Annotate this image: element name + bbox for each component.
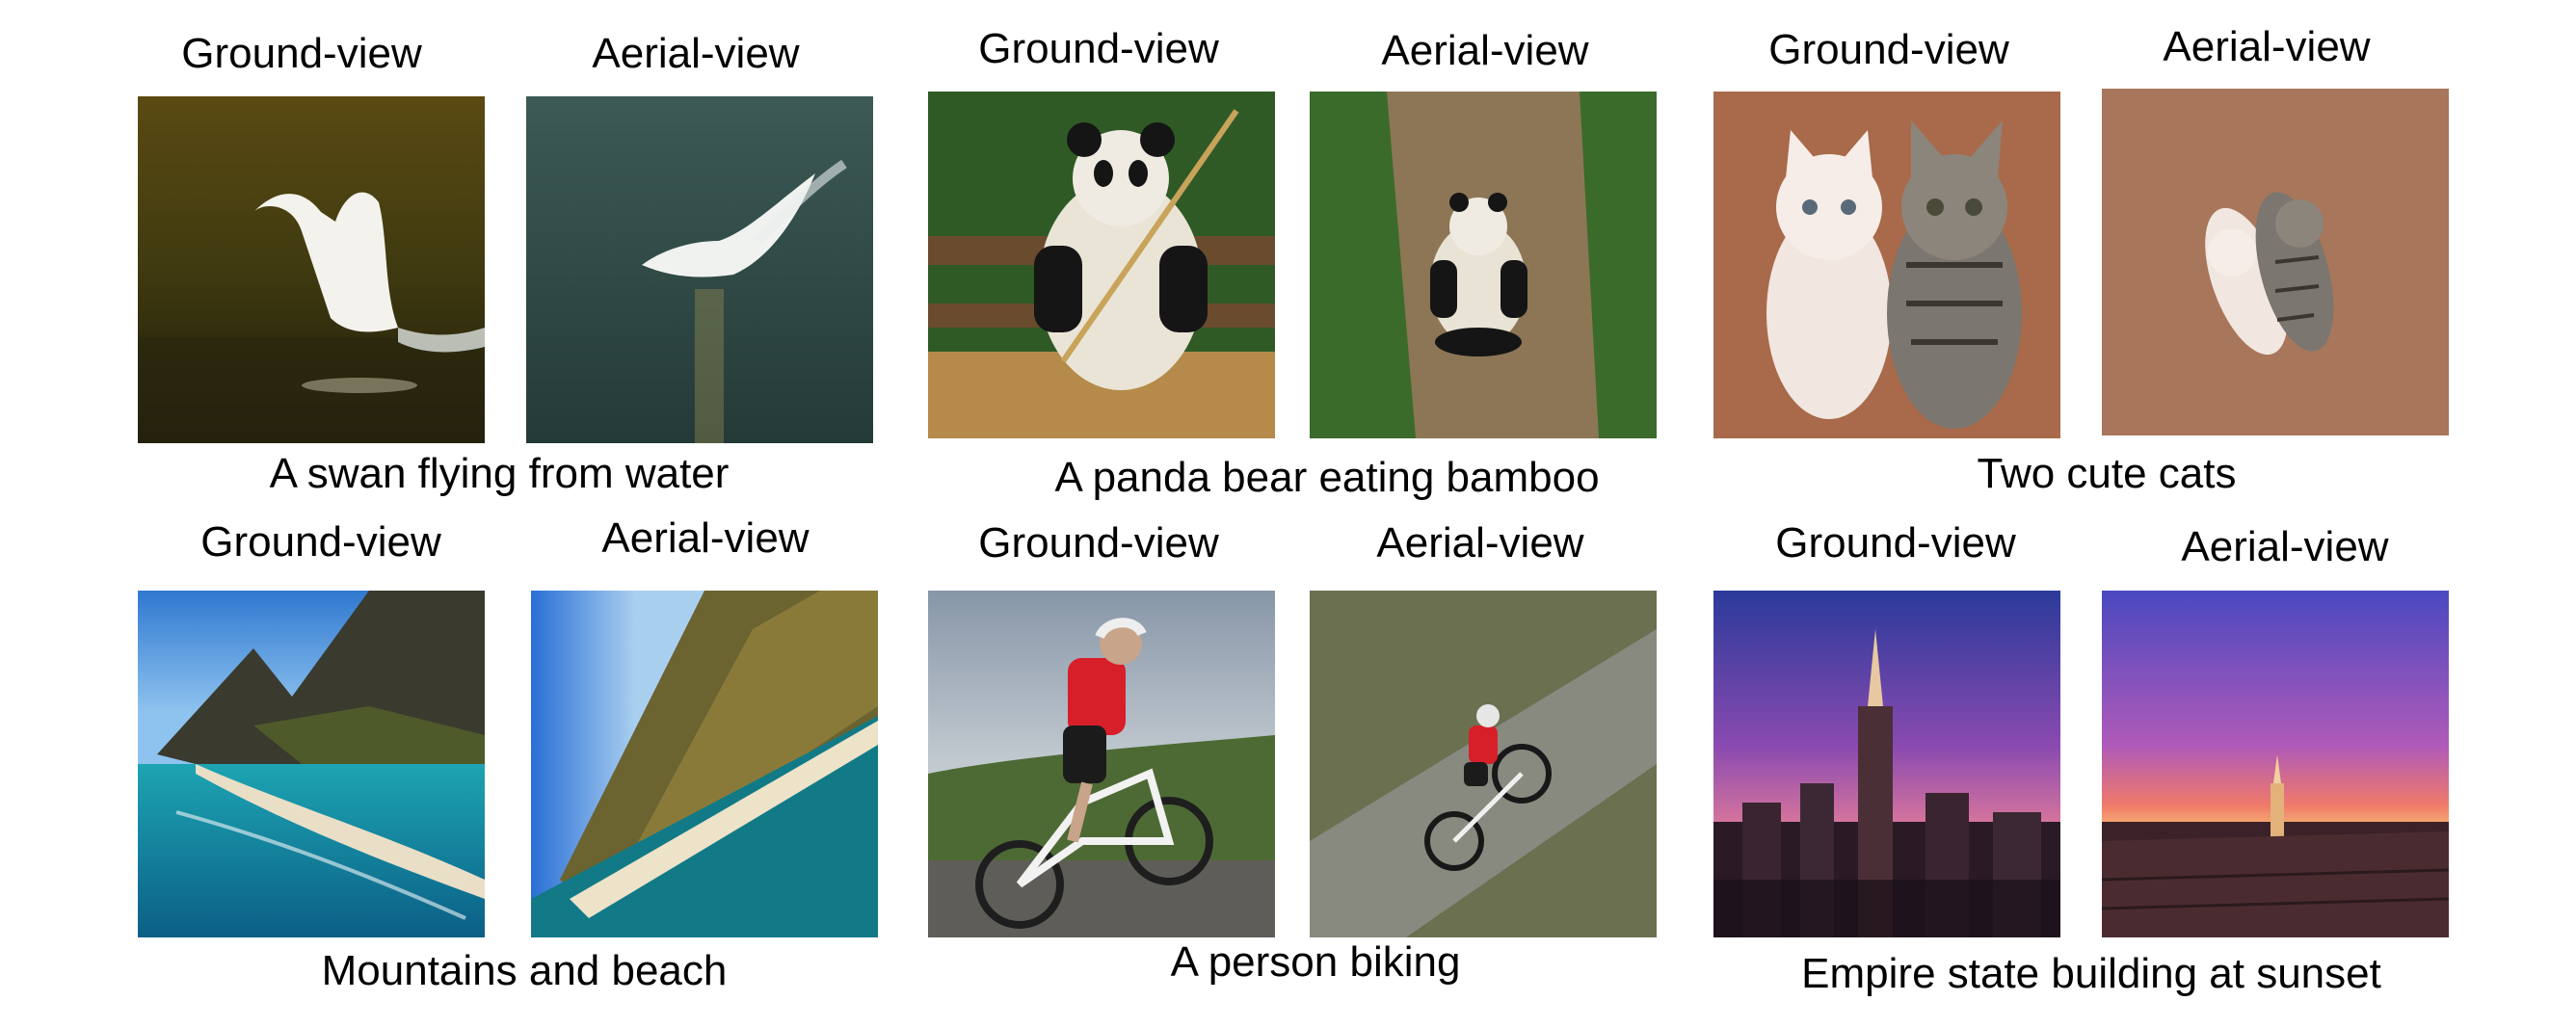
empire-ground-photo [1713, 591, 2060, 937]
panda-ground-photo [928, 92, 1275, 438]
cats-ground-photo [1713, 92, 2060, 438]
cats-aerial-photo [2102, 89, 2449, 435]
aerial-view-label: Aerial-view [592, 30, 800, 77]
caption-swan: A swan flying from water [269, 450, 730, 497]
ground-view-label: Ground-view [978, 25, 1219, 72]
panda-aerial-photo [1310, 92, 1657, 438]
aerial-view-label: Aerial-view [601, 514, 810, 562]
empire-aerial-photo [2102, 591, 2449, 937]
caption-biker: A person biking [1170, 938, 1461, 986]
caption-panda: A panda bear eating bamboo [1054, 454, 1600, 501]
mountains-aerial-photo [531, 591, 878, 937]
biker-ground-photo [928, 591, 1275, 937]
ground-view-label: Ground-view [1768, 26, 2009, 73]
ground-view-label: Ground-view [200, 518, 441, 566]
biker-aerial-photo [1310, 591, 1657, 937]
ground-view-label: Ground-view [181, 30, 422, 77]
ground-view-label: Ground-view [1775, 519, 2016, 567]
caption-empire-state: Empire state building at sunset [1801, 950, 2381, 997]
mountains-ground-photo [138, 591, 485, 937]
caption-mountains: Mountains and beach [321, 947, 728, 994]
aerial-view-label: Aerial-view [1376, 519, 1584, 567]
aerial-view-label: Aerial-view [2163, 23, 2371, 70]
aerial-view-label: Aerial-view [2181, 523, 2389, 570]
swan-ground-photo [138, 96, 485, 443]
ground-view-label: Ground-view [978, 519, 1219, 567]
aerial-view-label: Aerial-view [1381, 27, 1589, 74]
caption-cats: Two cute cats [1977, 450, 2237, 497]
swan-aerial-photo [526, 96, 873, 443]
